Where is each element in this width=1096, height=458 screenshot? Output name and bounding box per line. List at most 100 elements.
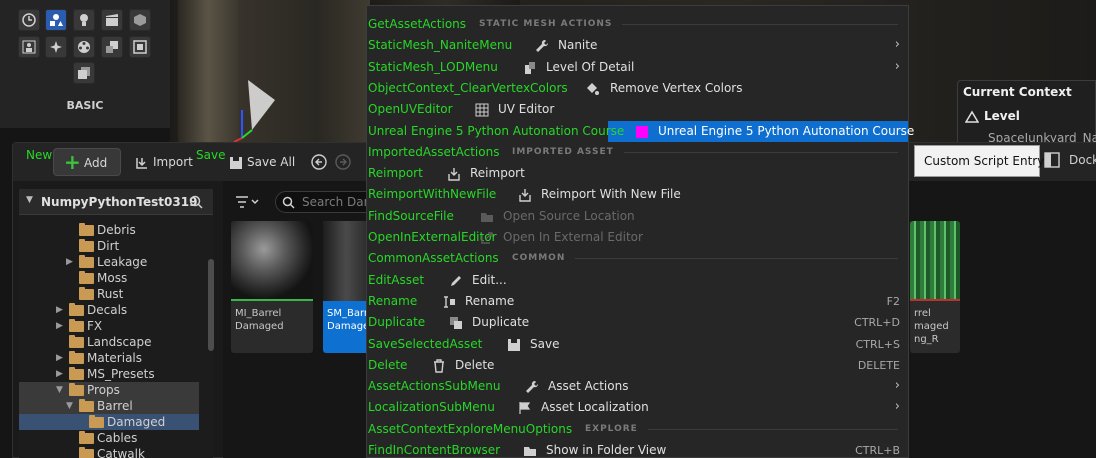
tree-row[interactable]: ▶ FX [19, 318, 199, 334]
folder-icon [89, 415, 104, 428]
tree-row[interactable]: Cables [19, 430, 199, 446]
lod-icon [525, 61, 535, 74]
menu-item-saveselectedasset[interactable]: SaveSelectedAsset Save CTRL+S [367, 334, 908, 355]
menu-item-label: Open In External Editor [503, 230, 643, 244]
film-reel-icon[interactable] [73, 36, 95, 58]
menu-item-assetactionssubmenu[interactable]: AssetActionsSubMenu Asset Actions › [367, 376, 908, 397]
external-link-icon [481, 232, 493, 244]
shapes-icon[interactable] [45, 9, 67, 31]
menu-entry-key: ObjectContext_ClearVertexColors [368, 80, 568, 95]
stack-cubes-icon[interactable] [101, 36, 123, 58]
folder-view-icon [524, 447, 536, 456]
asset-tile-texture[interactable]: rrel maged ng_R [910, 221, 960, 353]
wrench-icon [536, 40, 549, 53]
folder-icon [69, 335, 84, 348]
person-stand-icon[interactable] [18, 36, 40, 58]
menu-item-label: Level Of Detail [546, 59, 635, 74]
tree-scrollbar[interactable] [208, 259, 214, 351]
asset-tile-sm-barrel[interactable]: SM_Barr Damaged [323, 221, 369, 353]
sparkle-icon[interactable] [45, 36, 67, 58]
menu-entry-key: GetAssetActions [368, 17, 467, 31]
tree-row[interactable]: ▶ MS_Presets [19, 366, 199, 382]
menu-item-editasset[interactable]: EditAsset Edit... [367, 270, 908, 291]
tree-row-label: Barrel [97, 399, 133, 413]
menu-section-label: EXPLORE [585, 423, 638, 434]
menu-item-rename[interactable]: Rename Rename F2 [367, 291, 908, 312]
asset-thumbnail [323, 221, 369, 301]
tree-row[interactable]: Landscape [19, 334, 199, 350]
tree-row[interactable]: ▶ Decals [19, 302, 199, 318]
save-all-label: Save All [247, 155, 296, 169]
chevron-right-icon[interactable]: ▶ [56, 302, 66, 318]
menu-shortcut: CTRL+D [854, 316, 900, 330]
menu-item-duplicate[interactable]: Duplicate Duplicate CTRL+D [367, 312, 908, 333]
tree-row[interactable]: ▶ Materials [19, 350, 199, 366]
filter-icon[interactable] [235, 195, 261, 209]
search-icon[interactable] [189, 195, 203, 209]
menu-item-openinexternaleditor[interactable]: OpenInExternalEditor Open In External Edi… [367, 227, 908, 248]
menu-entry-key: StaticMesh_NaniteMenu [368, 38, 513, 53]
menu-section-label: STATIC MESH ACTIONS [479, 19, 613, 29]
folder-icon [69, 383, 84, 396]
place-actors-panel: BASIC [0, 0, 170, 128]
tree-row-label: Leakage [97, 255, 148, 269]
menu-entry-key: LocalizationSubMenu [368, 400, 495, 415]
menu-section-label: IMPORTED ASSET [512, 146, 614, 157]
folder-icon [79, 239, 94, 252]
menu-item-label: Duplicate [472, 315, 530, 330]
save-debug-text: Save [196, 148, 226, 162]
clock-icon[interactable] [18, 9, 40, 31]
tree-row[interactable]: ▶ Leakage [19, 254, 199, 270]
add-button[interactable]: + Add [53, 148, 121, 176]
tree-row[interactable]: ▼ Barrel [19, 398, 199, 414]
menu-shortcut: CTRL+B [855, 444, 900, 457]
chevron-down-icon[interactable]: ▼ [56, 382, 66, 398]
tree-row[interactable]: Moss [19, 270, 199, 286]
menu-item-openuveditor[interactable]: OpenUVEditor UV Editor [367, 99, 908, 120]
menu-item-label: Nanite [558, 38, 598, 53]
wrench-icon [526, 381, 539, 394]
clapperboard-icon[interactable] [101, 9, 123, 31]
menu-item-objectcontext-clearvertexcolors[interactable]: ObjectContext_ClearVertexColors Remove Ve… [367, 78, 908, 99]
chevron-right-icon[interactable]: ▶ [66, 254, 76, 270]
stack-layers-icon[interactable] [73, 62, 95, 84]
tree-row[interactable]: Catwalk [19, 446, 199, 458]
menu-item-reimport[interactable]: Reimport Reimport [367, 163, 908, 184]
menu-item-unreal-engine-5-python-autonation-course[interactable]: Unreal Engine 5 Python Autonation Course… [368, 120, 914, 142]
tree-row[interactable]: Debris [19, 222, 199, 238]
chevron-right-icon[interactable]: ▶ [56, 350, 66, 366]
menu-item-localizationsubmenu[interactable]: LocalizationSubMenu Asset Localization › [367, 397, 908, 418]
menu-section-label: COMMON [512, 253, 566, 264]
tree-row-label: Dirt [97, 239, 120, 253]
chevron-right-icon[interactable]: ▶ [56, 366, 66, 382]
cube-icon[interactable] [129, 9, 151, 31]
menu-section-divider [624, 151, 898, 153]
tree-root-row[interactable]: ▼ NumpyPythonTest0319 [19, 189, 213, 215]
tree-row-label: Rust [97, 287, 124, 301]
tree-row[interactable]: Rust [19, 286, 199, 302]
menu-item-staticmesh-nanitemenu[interactable]: StaticMesh_NaniteMenu Nanite › [367, 35, 908, 56]
menu-item-staticmesh-lodmenu[interactable]: StaticMesh_LODMenu Level Of Detail › [367, 57, 908, 78]
chevron-down-icon[interactable]: ▼ [66, 398, 76, 414]
tree-row[interactable]: ▼ Props [19, 382, 199, 398]
tree-row[interactable]: Damaged [19, 414, 199, 430]
panel-icon[interactable] [129, 36, 151, 58]
back-arrow-icon[interactable] [311, 154, 327, 170]
folder-icon [69, 367, 84, 380]
chevron-right-icon[interactable]: ▶ [56, 318, 66, 334]
menu-item-findsourcefile[interactable]: FindSourceFile Open Source Location [367, 206, 908, 227]
forward-arrow-icon[interactable] [335, 154, 351, 170]
tree-row[interactable]: Dirt [19, 238, 199, 254]
plus-icon: + [64, 150, 81, 174]
menu-item-reimportwithnewfile[interactable]: ReimportWithNewFile Reimport With New Fil… [367, 184, 908, 205]
menu-entry-key: CommonAssetActions [368, 251, 499, 266]
add-button-label: Add [84, 156, 108, 170]
lightbulb-icon[interactable] [73, 9, 95, 31]
menu-item-delete[interactable]: Delete Delete DELETE [367, 355, 908, 376]
menu-entry-key: FindSourceFile [368, 208, 454, 223]
menu-item-findincontentbrowser[interactable]: FindInContentBrowser Show in Folder View C… [367, 440, 908, 458]
duplicate-icon [450, 317, 462, 330]
chevron-right-icon: › [894, 399, 900, 415]
asset-name-line-1: MI_Barrel [235, 308, 282, 319]
asset-tile-mi-barrel[interactable]: MI_Barrel Damaged [231, 221, 313, 353]
